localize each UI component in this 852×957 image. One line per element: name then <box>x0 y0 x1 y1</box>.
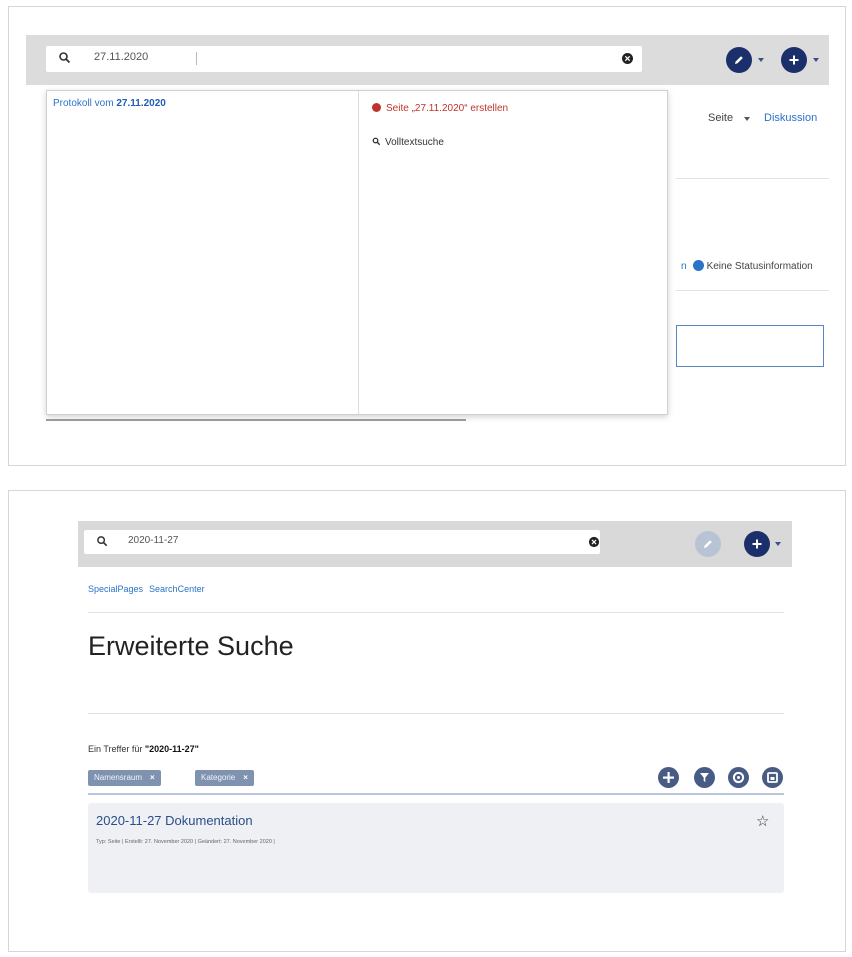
result-prefix: Protokoll vom <box>53 98 117 109</box>
edit-button-disabled <box>695 531 721 557</box>
screenshot-search-center: 2020-11-27 SpecialPages SearchCenter Erwe… <box>78 521 792 921</box>
chevron-down-icon[interactable] <box>813 58 819 62</box>
search-icon <box>97 536 108 547</box>
divider <box>676 178 829 179</box>
divider <box>676 290 829 291</box>
tab-page[interactable]: Seite <box>708 112 733 124</box>
suggestion-result[interactable]: Protokoll vom 27.11.2020 <box>53 98 166 109</box>
fulltext-label: Volltextsuche <box>385 137 444 148</box>
breadcrumb: SpecialPages SearchCenter <box>88 584 205 594</box>
chevron-down-icon[interactable] <box>744 117 750 121</box>
status-link-fragment[interactable]: n <box>681 261 687 272</box>
search-input[interactable]: 27.11.2020 <box>46 46 642 72</box>
filter-icon[interactable] <box>694 767 715 788</box>
fulltext-search-link[interactable]: Volltextsuche <box>372 137 444 148</box>
result-meta: Typ: Seite | Erstellt: 27. November 2020… <box>96 839 275 845</box>
add-icon[interactable] <box>658 767 679 788</box>
tab-discussion[interactable]: Diskussion <box>764 112 817 124</box>
plus-icon <box>752 539 762 549</box>
chevron-down-icon[interactable] <box>758 58 764 62</box>
divider <box>88 713 784 714</box>
export-icon[interactable] <box>762 767 783 788</box>
hit-count: Ein Treffer für "2020-11-27" <box>88 744 199 754</box>
hit-query: "2020-11-27" <box>144 744 199 754</box>
edit-button[interactable] <box>726 47 752 73</box>
create-page-label: Seite „27.11.2020“ erstellen <box>386 103 509 114</box>
content-box <box>676 325 824 367</box>
chip-label: Namensraum <box>94 773 143 782</box>
info-icon <box>692 260 704 271</box>
result-highlight: 27.11.2020 <box>116 98 166 109</box>
breadcrumb-item[interactable]: SearchCenter <box>149 584 205 594</box>
clear-search-icon[interactable] <box>621 52 634 65</box>
search-value: 2020-11-27 <box>128 535 179 546</box>
search-suggestions-dropdown: Protokoll vom 27.11.2020 Seite „27.11.20… <box>46 90 668 415</box>
chip-label: Kategorie <box>201 773 236 782</box>
divider <box>88 612 784 613</box>
screenshot-autocomplete: 27.11.2020 Seite Diskussion n Keine Stat… <box>26 35 829 425</box>
search-icon <box>372 137 381 146</box>
create-button[interactable] <box>744 531 770 557</box>
suggestions-column: Protokoll vom 27.11.2020 <box>47 91 359 414</box>
remove-chip-icon[interactable]: × <box>150 773 155 782</box>
clear-search-icon[interactable] <box>588 536 600 548</box>
pencil-icon <box>704 540 712 548</box>
create-page-link[interactable]: Seite „27.11.2020“ erstellen <box>372 103 508 114</box>
divider <box>46 419 466 421</box>
breadcrumb-item[interactable]: SpecialPages <box>88 584 143 594</box>
pencil-icon <box>735 56 743 64</box>
top-toolbar: 27.11.2020 <box>26 35 829 85</box>
search-icon <box>59 52 71 64</box>
status-info: n Keine Statusinformation <box>681 260 813 272</box>
filter-chip-category[interactable]: Kategorie × <box>195 770 254 786</box>
create-button[interactable] <box>781 47 807 73</box>
filter-bar-underline <box>88 793 784 795</box>
hit-count-label: Ein Treffer für <box>88 744 145 754</box>
chevron-down-icon[interactable] <box>775 542 781 546</box>
star-icon[interactable]: ☆ <box>756 812 769 830</box>
page-title: Erweiterte Suche <box>88 631 294 661</box>
plus-icon <box>789 55 799 65</box>
status-text: Keine Statusinformation <box>706 261 813 272</box>
filter-chip-namespace[interactable]: Namensraum × <box>88 770 161 786</box>
remove-chip-icon[interactable]: × <box>243 773 248 782</box>
search-value: 27.11.2020 <box>94 51 149 63</box>
settings-icon[interactable] <box>728 767 749 788</box>
search-input[interactable]: 2020-11-27 <box>84 530 600 554</box>
search-result-card[interactable]: 2020-11-27 Dokumentation Typ: Seite | Er… <box>88 803 784 893</box>
result-title[interactable]: 2020-11-27 Dokumentation <box>96 813 253 828</box>
text-cursor <box>196 52 197 65</box>
add-circle-icon <box>372 103 381 112</box>
top-toolbar: 2020-11-27 <box>78 521 792 567</box>
